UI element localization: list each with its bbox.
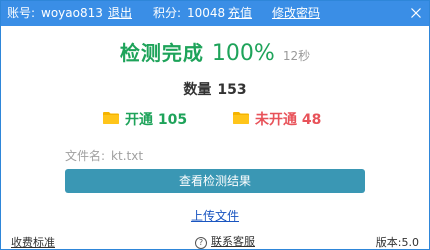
points-label: 积分: [153, 6, 182, 20]
opened-label: 开通 [125, 112, 153, 128]
contact-support-link[interactable]: ? 联系客服 [195, 233, 255, 249]
not-opened-value: 48 [301, 112, 322, 128]
folder-icon [103, 112, 119, 124]
logout-link[interactable]: 退出 [108, 7, 132, 20]
account-label: 账号: [7, 6, 36, 20]
view-results-button[interactable]: 查看检测结果 [65, 169, 365, 193]
pricing-link[interactable]: 收费标准 [11, 234, 55, 250]
result-headline: 检测完成 100% 12秒 [1, 37, 429, 69]
close-icon [411, 8, 421, 18]
opened-value: 105 [157, 112, 188, 128]
upload-file-link[interactable]: 上传文件 [1, 207, 429, 224]
points-value: 10048 [187, 6, 226, 20]
not-opened-label: 未开通 [255, 112, 297, 128]
filename-row: 文件名: kt.txt [65, 147, 143, 164]
account-value: woyao813 [41, 6, 103, 20]
progress-percent: 100% [211, 41, 275, 66]
version-text: 版本:5.0 [375, 236, 419, 249]
title-bar: 账号: woyao813 退出 积分: 10048 充值 修改密码 [1, 1, 429, 26]
close-button[interactable] [403, 1, 429, 26]
status-text: 检测完成 [119, 41, 204, 65]
recharge-link[interactable]: 充值 [228, 7, 252, 20]
help-icon: ? [195, 237, 207, 249]
folder-icon [233, 112, 249, 124]
count-label: 数量 [183, 82, 212, 98]
count-value: 153 [217, 82, 247, 98]
elapsed-time: 12秒 [282, 49, 311, 63]
filename-value: kt.txt [111, 149, 144, 163]
count-row: 数量 153 [1, 79, 429, 99]
change-password-link[interactable]: 修改密码 [272, 7, 320, 20]
app-window: 账号: woyao813 退出 积分: 10048 充值 修改密码 检测完成 10… [0, 0, 430, 250]
contact-support-label: 联系客服 [211, 235, 255, 248]
filename-label: 文件名: [65, 149, 106, 163]
